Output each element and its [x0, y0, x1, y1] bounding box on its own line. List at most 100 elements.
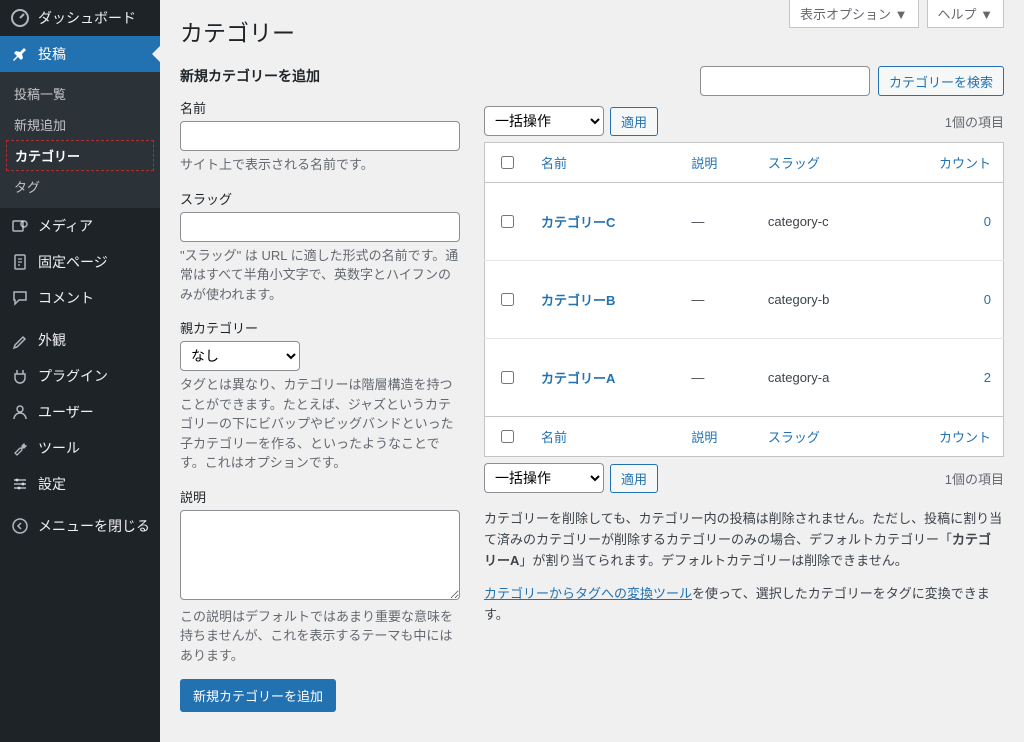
pin-icon — [10, 44, 30, 64]
nav-label: 設定 — [38, 474, 66, 494]
comment-icon — [10, 288, 30, 308]
nav-label: 外観 — [38, 330, 66, 350]
nav-label: メディア — [38, 216, 93, 236]
sub-posts-new[interactable]: 新規追加 — [0, 109, 160, 140]
sub-posts-tags[interactable]: タグ — [0, 171, 160, 202]
category-name-link[interactable]: カテゴリーC — [541, 215, 615, 230]
parent-select[interactable]: なし — [180, 341, 300, 371]
media-icon — [10, 216, 30, 236]
category-desc: — — [679, 261, 755, 339]
category-slug: category-a — [756, 339, 887, 417]
col-name[interactable]: 名前 — [529, 143, 679, 183]
user-icon — [10, 402, 30, 422]
desc-label: 説明 — [180, 487, 460, 506]
col-slug[interactable]: スラッグ — [756, 417, 887, 457]
plug-icon — [10, 366, 30, 386]
category-count[interactable]: 0 — [886, 261, 1003, 339]
col-desc[interactable]: 説明 — [679, 417, 755, 457]
items-count-top: 1個の項目 — [945, 112, 1004, 131]
items-count-bottom: 1個の項目 — [945, 469, 1004, 488]
nav-settings[interactable]: 設定 — [0, 466, 160, 502]
col-name[interactable]: 名前 — [529, 417, 679, 457]
tablenav-bottom: 一括操作 適用 1個の項目 — [484, 463, 1004, 493]
admin-sidebar: ダッシュボード 投稿 投稿一覧 新規追加 カテゴリー タグ メディア 固定ページ — [0, 0, 160, 742]
col-count[interactable]: カウント — [886, 143, 1003, 183]
name-label: 名前 — [180, 98, 460, 117]
category-desc: — — [679, 339, 755, 417]
slug-input[interactable] — [180, 212, 460, 242]
name-help: サイト上で表示される名前です。 — [180, 155, 460, 175]
select-all-bottom[interactable] — [501, 430, 514, 443]
col-desc[interactable]: 説明 — [679, 143, 755, 183]
slug-help: "スラッグ" は URL に適した形式の名前です。通常はすべて半角小文字で、英数… — [180, 246, 460, 305]
category-desc: — — [679, 183, 755, 261]
nav-pages[interactable]: 固定ページ — [0, 244, 160, 280]
category-slug: category-b — [756, 261, 887, 339]
name-input[interactable] — [180, 121, 460, 151]
field-name: 名前 サイト上で表示される名前です。 — [180, 98, 460, 175]
field-slug: スラッグ "スラッグ" は URL に適した形式の名前です。通常はすべて半角小文… — [180, 189, 460, 305]
category-count[interactable]: 2 — [886, 339, 1003, 417]
category-slug: category-c — [756, 183, 887, 261]
submit-button[interactable]: 新規カテゴリーを追加 — [180, 679, 336, 712]
category-name-link[interactable]: カテゴリーA — [541, 371, 615, 386]
nav-appearance[interactable]: 外観 — [0, 322, 160, 358]
nav-label: 固定ページ — [38, 252, 108, 272]
nav-label: プラグイン — [38, 366, 108, 386]
nav-comments[interactable]: コメント — [0, 280, 160, 316]
select-all-top[interactable] — [501, 156, 514, 169]
nav-label: メニューを閉じる — [38, 516, 150, 536]
screen-meta: 表示オプション ▼ ヘルプ ▼ — [789, 0, 1004, 28]
category-name-link[interactable]: カテゴリーB — [541, 293, 615, 308]
category-count[interactable]: 0 — [886, 183, 1003, 261]
category-list-column: カテゴリーを検索 一括操作 適用 1個の項目 名前 — [484, 66, 1004, 712]
nav-posts-submenu: 投稿一覧 新規追加 カテゴリー タグ — [0, 72, 160, 208]
nav-collapse[interactable]: メニューを閉じる — [0, 508, 160, 544]
nav-users[interactable]: ユーザー — [0, 394, 160, 430]
nav-tools[interactable]: ツール — [0, 430, 160, 466]
nav-dashboard[interactable]: ダッシュボード — [0, 0, 160, 36]
main-content: 表示オプション ▼ ヘルプ ▼ カテゴリー 新規カテゴリーを追加 名前 サイト上… — [160, 0, 1024, 742]
desc-help: この説明はデフォルトではあまり重要な意味を持ちませんが、これを表示するテーマも中… — [180, 607, 460, 666]
sliders-icon — [10, 474, 30, 494]
slug-label: スラッグ — [180, 189, 460, 208]
wrench-icon — [10, 438, 30, 458]
row-checkbox[interactable] — [501, 215, 514, 228]
row-checkbox[interactable] — [501, 371, 514, 384]
search-input[interactable] — [700, 66, 870, 96]
search-button[interactable]: カテゴリーを検索 — [878, 66, 1004, 96]
categories-table: 名前 説明 スラッグ カウント カテゴリーC—category-c0カテゴリーB… — [484, 142, 1004, 457]
table-row: カテゴリーA —category-a2 — [485, 339, 1004, 417]
apply-button-top[interactable]: 適用 — [610, 107, 658, 136]
apply-button-bottom[interactable]: 適用 — [610, 464, 658, 493]
page-icon — [10, 252, 30, 272]
screen-options-tab[interactable]: 表示オプション ▼ — [789, 0, 918, 28]
form-section-title: 新規カテゴリーを追加 — [180, 66, 460, 86]
collapse-icon — [10, 516, 30, 536]
col-slug[interactable]: スラッグ — [756, 143, 887, 183]
nav-posts[interactable]: 投稿 — [0, 36, 160, 72]
table-row: カテゴリーB —category-b0 — [485, 261, 1004, 339]
converter-link[interactable]: カテゴリーからタグへの変換ツール — [484, 586, 692, 601]
dashboard-icon — [10, 8, 30, 28]
help-tab[interactable]: ヘルプ ▼ — [927, 0, 1004, 28]
sub-posts-list[interactable]: 投稿一覧 — [0, 78, 160, 109]
nav-label: コメント — [38, 288, 94, 308]
nav-label: ダッシュボード — [38, 8, 136, 28]
bulk-action-select-top[interactable]: 一括操作 — [484, 106, 604, 136]
nav-plugins[interactable]: プラグイン — [0, 358, 160, 394]
delete-note: カテゴリーを削除しても、カテゴリー内の投稿は削除されません。ただし、投稿に割り当… — [484, 509, 1004, 626]
parent-help: タグとは異なり、カテゴリーは階層構造を持つことができます。たとえば、ジャズという… — [180, 375, 460, 473]
field-description: 説明 この説明はデフォルトではあまり重要な意味を持ちませんが、これを表示するテー… — [180, 487, 460, 666]
row-checkbox[interactable] — [501, 293, 514, 306]
sub-posts-categories[interactable]: カテゴリー — [6, 140, 154, 171]
parent-label: 親カテゴリー — [180, 318, 460, 337]
brush-icon — [10, 330, 30, 350]
field-parent: 親カテゴリー なし タグとは異なり、カテゴリーは階層構造を持つことができます。た… — [180, 318, 460, 473]
desc-textarea[interactable] — [180, 510, 460, 600]
nav-label: ユーザー — [38, 402, 94, 422]
col-count[interactable]: カウント — [886, 417, 1003, 457]
nav-label: 投稿 — [38, 44, 66, 64]
nav-media[interactable]: メディア — [0, 208, 160, 244]
bulk-action-select-bottom[interactable]: 一括操作 — [484, 463, 604, 493]
